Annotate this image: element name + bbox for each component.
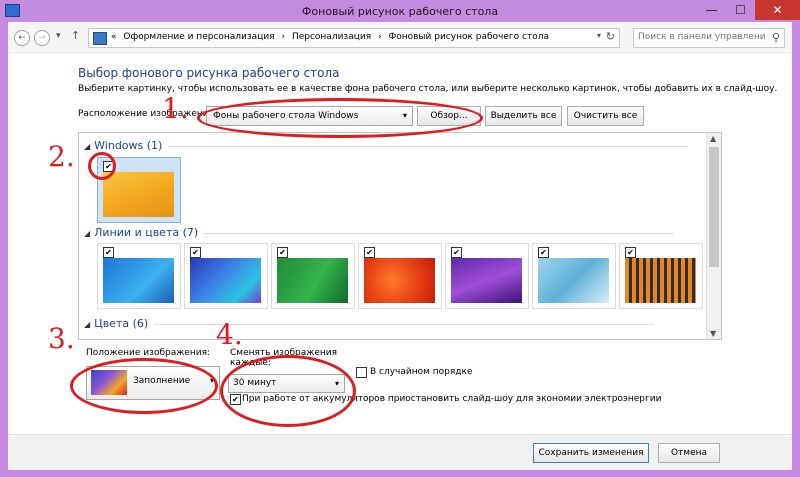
cancel-button[interactable]: Отмена: [658, 443, 720, 463]
collapse-icon: ◢: [84, 142, 91, 151]
tile-checkbox[interactable]: ✔: [538, 247, 549, 258]
wallpaper-tile[interactable]: ✔: [184, 243, 268, 309]
collapse-icon: ◢: [84, 320, 91, 329]
window-controls: — ☐ ✕: [697, 0, 800, 20]
wallpaper-thumbnail: [451, 258, 522, 303]
shuffle-label[interactable]: В случайном порядке: [370, 367, 473, 377]
search-input[interactable]: [638, 29, 766, 45]
maximize-button[interactable]: ☐: [726, 0, 755, 20]
tile-checkbox[interactable]: ✔: [451, 247, 462, 258]
breadcrumb-overflow[interactable]: «: [111, 32, 117, 42]
wallpaper-thumbnail: [625, 258, 696, 303]
annotation-label: 2.: [48, 140, 75, 173]
tile-checkbox[interactable]: ✔: [190, 247, 201, 258]
wallpaper-thumbnail: [364, 258, 435, 303]
address-bar[interactable]: « Оформление и персонализация › Персонал…: [88, 28, 620, 48]
navigation-bar: ← → ▾ ↑ « Оформление и персонализация › …: [8, 22, 792, 53]
window: Фоновый рисунок рабочего стола — ☐ ✕ ← →…: [0, 0, 800, 477]
breadcrumb-separator: ›: [378, 32, 382, 42]
title-bar[interactable]: Фоновый рисунок рабочего стола — ☐ ✕: [0, 0, 800, 22]
recent-locations-icon[interactable]: ▾: [56, 31, 61, 41]
annotation-label: 3.: [48, 322, 75, 355]
refresh-icon[interactable]: ↻: [606, 30, 615, 43]
breadcrumb: « Оформление и персонализация › Персонал…: [111, 32, 553, 42]
breadcrumb-desktop-background[interactable]: Фоновый рисунок рабочего стола: [388, 32, 549, 42]
wallpaper-thumbnail: [190, 258, 261, 303]
window-title: Фоновый рисунок рабочего стола: [301, 5, 499, 18]
page-title: Выбор фонового рисунка рабочего стола: [78, 66, 340, 80]
annotation-label: 1.: [162, 92, 189, 125]
divider: [168, 145, 689, 147]
select-all-button[interactable]: Выделить все: [485, 106, 562, 126]
search-box[interactable]: ⚲: [633, 28, 785, 48]
up-button[interactable]: ↑: [71, 29, 80, 42]
wallpaper-tile[interactable]: ✔: [532, 243, 616, 309]
collapse-icon: ◢: [84, 229, 91, 238]
minimize-button[interactable]: —: [697, 0, 726, 20]
scroll-down-icon[interactable]: ▼: [710, 329, 716, 338]
gallery-scrollbar[interactable]: ▲ ▼: [706, 133, 721, 339]
wallpaper-thumbnail: [103, 258, 174, 303]
tile-checkbox[interactable]: ✔: [625, 247, 636, 258]
clear-all-button[interactable]: Очистить все: [567, 106, 644, 126]
group-header-colors[interactable]: ◢ Цвета (6): [84, 317, 655, 330]
picture-position-label: Положение изображения:: [86, 348, 211, 358]
shuffle-checkbox[interactable]: [356, 367, 367, 378]
scrollbar-thumb[interactable]: [709, 147, 719, 267]
address-dropdown-icon[interactable]: ▾: [597, 31, 601, 40]
breadcrumb-personalization[interactable]: Персонализация: [292, 32, 371, 42]
save-changes-button[interactable]: Сохранить изменения: [533, 443, 649, 463]
wallpaper-tile[interactable]: ✔: [271, 243, 355, 309]
breadcrumb-appearance[interactable]: Оформление и персонализация: [123, 32, 274, 42]
wallpaper-tile[interactable]: ✔: [445, 243, 529, 309]
tile-checkbox[interactable]: ✔: [103, 247, 114, 258]
wallpaper-tile[interactable]: ✔: [358, 243, 442, 309]
annotation-ellipse: [197, 98, 483, 138]
close-button[interactable]: ✕: [755, 0, 800, 20]
wallpaper-thumbnail: [538, 258, 609, 303]
search-icon[interactable]: ⚲: [772, 31, 780, 44]
tile-checkbox[interactable]: ✔: [277, 247, 288, 258]
wallpaper-thumbnail: [103, 172, 174, 217]
picture-gallery[interactable]: ◢ Windows (1) ✔ ◢ Линии и цвета (7) ✔ ✔ ✔: [78, 132, 722, 340]
wallpaper-thumbnail: [277, 258, 348, 303]
group-header-lines-and-colors[interactable]: ◢ Линии и цвета (7): [84, 226, 675, 239]
annotation-ellipse: [88, 152, 116, 180]
tile-checkbox[interactable]: ✔: [364, 247, 375, 258]
breadcrumb-separator: ›: [281, 32, 286, 42]
scroll-up-icon[interactable]: ▲: [710, 134, 716, 143]
annotation-ellipse: [70, 358, 218, 414]
divider: [204, 232, 675, 234]
back-button[interactable]: ←: [14, 30, 30, 46]
control-panel-icon: [93, 32, 107, 45]
group-header-windows[interactable]: ◢ Windows (1): [84, 139, 689, 152]
footer: Сохранить изменения Отмена: [8, 434, 792, 470]
annotation-ellipse: [220, 355, 356, 427]
annotation-label: 4.: [216, 318, 243, 351]
wallpaper-tile[interactable]: ✔: [619, 243, 703, 309]
wallpaper-tile[interactable]: ✔: [97, 243, 181, 309]
forward-button[interactable]: →: [34, 30, 50, 46]
